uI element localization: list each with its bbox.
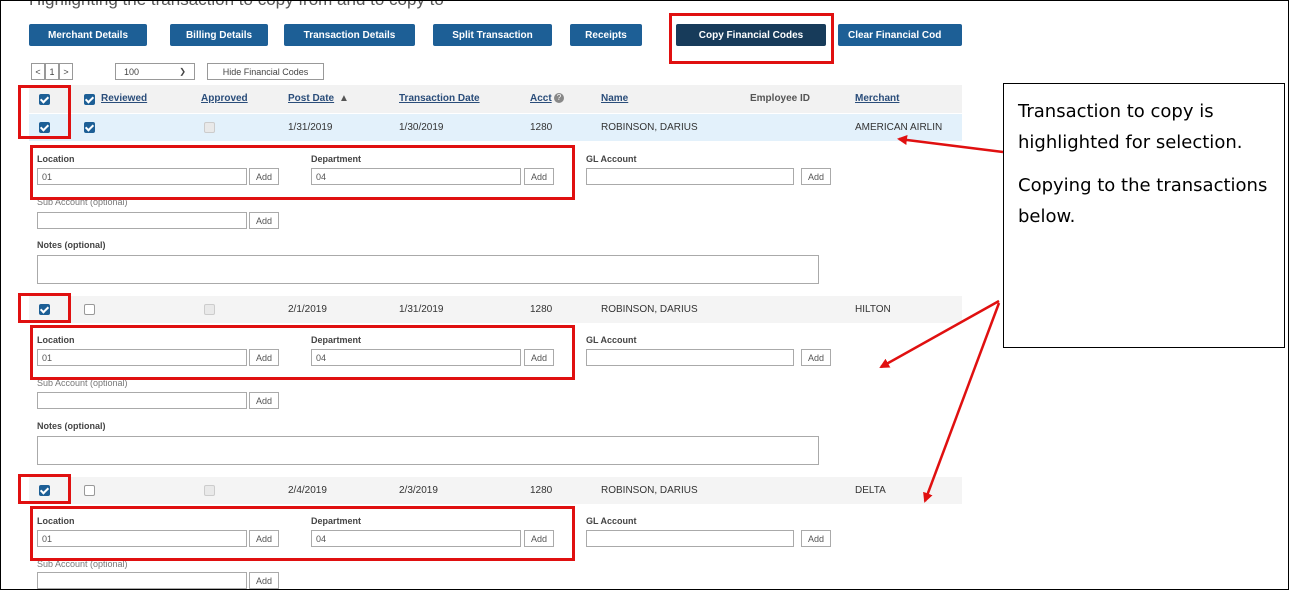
arrow-to-source: [897, 135, 1004, 154]
annotation-arrows: [879, 135, 1004, 503]
arrow-to-row2: [879, 299, 1000, 369]
arrow-to-row3: [923, 302, 1001, 503]
screenshot-frame: Highlighting the transaction to copy fro…: [0, 0, 1289, 590]
